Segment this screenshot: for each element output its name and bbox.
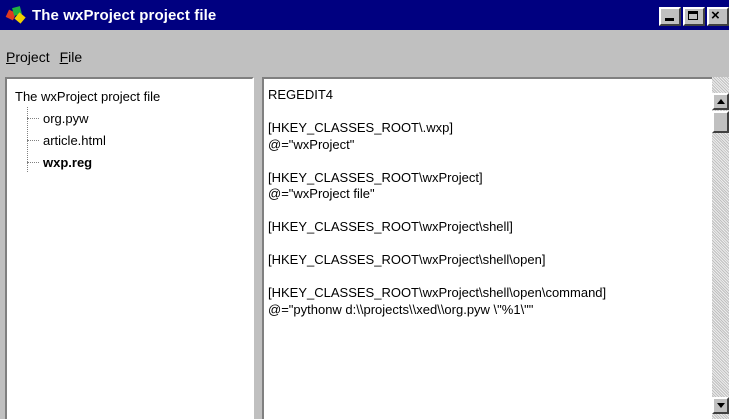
tree-root[interactable]: The wxProject project file [15, 89, 160, 104]
minimize-button[interactable] [659, 7, 681, 26]
close-button[interactable]: × [707, 7, 729, 26]
file-content-editor[interactable]: REGEDIT4 [HKEY_CLASSES_ROOT\.wxp] @="wxP… [262, 77, 712, 419]
window-controls: × [657, 7, 729, 26]
arrow-up-icon [717, 99, 725, 104]
project-tree[interactable]: The wxProject project file org.pyw artic… [5, 77, 254, 419]
minimize-icon [665, 18, 674, 21]
maximize-button[interactable] [683, 7, 705, 26]
menu-file[interactable]: File [60, 49, 83, 65]
tree-item-wxp-reg[interactable]: wxp.reg [27, 152, 92, 172]
close-icon: × [711, 7, 720, 24]
editor-text: REGEDIT4 [HKEY_CLASSES_ROOT\.wxp] @="wxP… [268, 87, 607, 317]
tree-item-label: wxp.reg [43, 154, 93, 170]
tree-item-label: article.html [43, 132, 106, 148]
window-title: The wxProject project file [32, 6, 217, 24]
scroll-up-button[interactable] [712, 93, 729, 110]
tree-item-label: org.pyw [43, 110, 89, 126]
app-icon[interactable] [5, 5, 26, 25]
title-bar[interactable]: The wxProject project file × [0, 0, 729, 30]
maximize-icon [688, 11, 698, 20]
tree-item-org-pyw[interactable]: org.pyw [27, 108, 89, 128]
arrow-down-icon [717, 403, 725, 408]
menu-bar: Project File [0, 44, 729, 70]
scroll-down-button[interactable] [712, 397, 729, 414]
menu-project[interactable]: Project [6, 49, 50, 65]
scroll-thumb[interactable] [712, 111, 729, 133]
tree-item-article-html[interactable]: article.html [27, 130, 106, 150]
pane-splitter[interactable] [254, 77, 262, 419]
vertical-scrollbar[interactable] [712, 77, 729, 419]
